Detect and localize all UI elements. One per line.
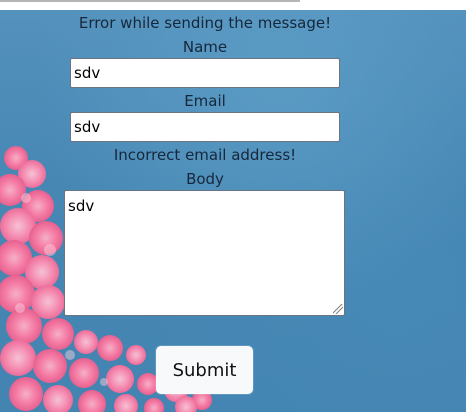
name-label: Name [182,38,228,56]
form-error-message: Error while sending the message! [78,14,332,32]
email-label: Email [184,92,226,110]
body-field-wrapper: sdv [64,190,345,316]
name-input[interactable] [70,58,340,88]
body-textarea[interactable]: sdv [64,190,345,316]
contact-form: Error while sending the message! Name Em… [0,0,466,412]
email-input[interactable] [70,112,340,142]
email-error-message: Incorrect email address! [113,146,297,164]
resize-grip-icon[interactable] [333,304,343,314]
body-label: Body [186,170,224,188]
submit-button[interactable]: Submit [156,346,253,394]
